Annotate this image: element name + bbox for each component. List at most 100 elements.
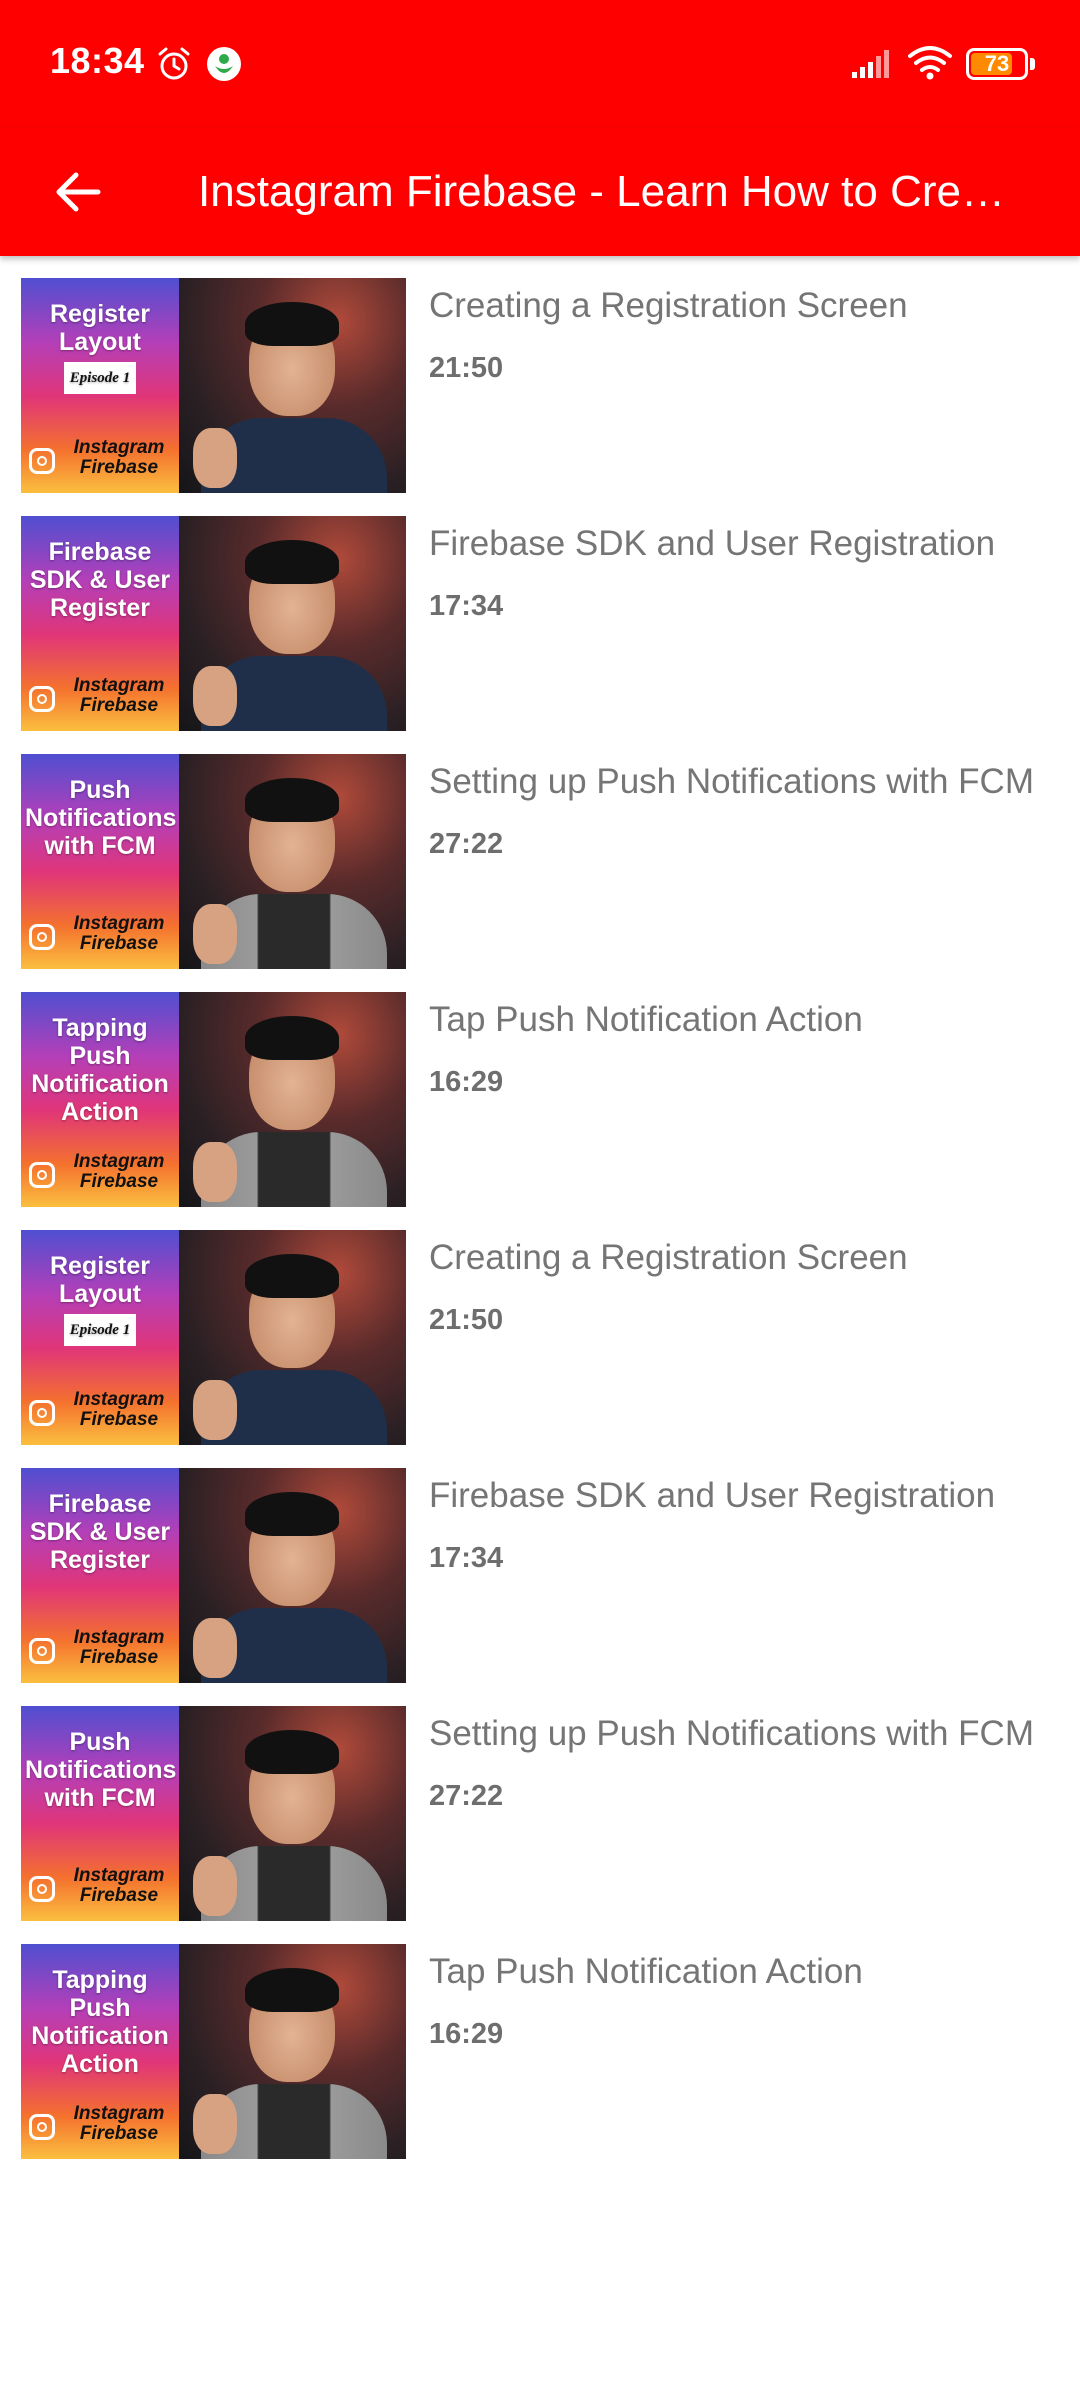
presenter-hair — [245, 540, 339, 584]
video-list-item[interactable]: Push Notifications with FCM Instagram Fir… — [0, 1684, 1080, 1922]
alarm-icon — [158, 47, 190, 80]
presenter-hair — [245, 1254, 339, 1298]
video-title: Creating a Registration Screen — [429, 1238, 908, 1277]
video-thumbnail[interactable]: Firebase SDK & User Register Instagram Fi… — [21, 516, 406, 731]
thumbnail-caption-panel: Firebase SDK & User Register Instagram Fi… — [21, 1468, 179, 1683]
video-thumbnail[interactable]: Register Layout Episode 1 Instagram Fireba… — [21, 1230, 406, 1445]
thumbnail-caption: Push Notifications with FCM — [25, 776, 177, 860]
video-duration: 21:50 — [429, 1304, 504, 1336]
presenter-hair — [245, 1730, 339, 1774]
thumbnail-caption: Tapping Push Notification Action — [31, 1014, 169, 1126]
instagram-logo-icon — [29, 924, 55, 950]
video-thumbnail[interactable]: Tapping Push Notification Action Instagra… — [21, 992, 406, 1207]
arrow-left-icon — [56, 172, 101, 212]
page-title: Instagram Firebase - Learn How to Create… — [198, 167, 1018, 216]
thumbnail-brand: Instagram Firebase — [73, 1627, 165, 1668]
video-list[interactable]: Register Layout Episode 1 Instagram Fireba… — [0, 256, 1080, 2160]
video-thumbnail[interactable]: Tapping Push Notification Action Instagra… — [21, 1944, 406, 2159]
app-badge-icon — [207, 47, 241, 81]
video-title: Tap Push Notification Action — [429, 1000, 863, 1039]
app-bar: Instagram Firebase - Learn How to Create… — [0, 128, 1080, 256]
presenter-hair — [245, 1968, 339, 2012]
video-duration: 16:29 — [429, 2018, 504, 2050]
status-bar: 18:34 73 — [0, 0, 1080, 128]
presenter-photo — [179, 992, 406, 1207]
thumbnail-caption: Firebase SDK & User Register — [29, 1490, 171, 1574]
instagram-logo-icon — [29, 1162, 55, 1188]
thumbnail-caption: Push Notifications with FCM — [25, 1728, 177, 1812]
status-time: 18:34 — [50, 40, 145, 81]
thumbnail-brand: Instagram Firebase — [73, 675, 165, 716]
video-list-item[interactable]: Push Notifications with FCM Instagram Fir… — [0, 732, 1080, 970]
video-thumbnail[interactable]: Push Notifications with FCM Instagram Fir… — [21, 1706, 406, 1921]
video-list-item[interactable]: Firebase SDK & User Register Instagram Fi… — [0, 494, 1080, 732]
instagram-logo-icon — [29, 1876, 55, 1902]
video-list-item[interactable]: Tapping Push Notification Action Instagra… — [0, 970, 1080, 1208]
video-title: Creating a Registration Screen — [429, 286, 908, 325]
instagram-logo-icon — [29, 686, 55, 712]
back-button[interactable] — [40, 154, 116, 230]
video-list-item[interactable]: Firebase SDK & User Register Instagram Fi… — [0, 1446, 1080, 1684]
video-list-item[interactable]: Tapping Push Notification Action Instagra… — [0, 1922, 1080, 2160]
presenter-hand — [193, 1380, 237, 1440]
thumbnail-brand: Instagram Firebase — [73, 1389, 165, 1430]
presenter-photo — [179, 1230, 406, 1445]
video-duration: 17:34 — [429, 1542, 504, 1574]
thumbnail-episode-tag: Episode 1 — [63, 362, 137, 394]
thumbnail-caption-panel: Register Layout Episode 1 Instagram Fireba… — [21, 1230, 179, 1445]
video-title: Firebase SDK and User Registration — [429, 524, 996, 563]
presenter-hand — [193, 428, 237, 488]
thumbnail-brand: Instagram Firebase — [73, 1151, 165, 1192]
video-duration: 16:29 — [429, 1066, 504, 1098]
presenter-hand — [193, 2094, 237, 2154]
instagram-logo-icon — [29, 1400, 55, 1426]
thumbnail-caption: Tapping Push Notification Action — [31, 1966, 169, 2078]
video-list-item[interactable]: Register Layout Episode 1 Instagram Fireba… — [0, 256, 1080, 494]
presenter-photo — [179, 1468, 406, 1683]
presenter-hand — [193, 1142, 237, 1202]
instagram-logo-icon — [29, 2114, 55, 2140]
video-thumbnail[interactable]: Register Layout Episode 1 Instagram Fireba… — [21, 278, 406, 493]
video-title: Setting up Push Notifications with FCM — [429, 1714, 1034, 1753]
video-title: Tap Push Notification Action — [429, 1952, 863, 1991]
battery-icon: 73 — [966, 48, 1028, 80]
thumbnail-caption-panel: Push Notifications with FCM Instagram Fir… — [21, 754, 179, 969]
presenter-hand — [193, 666, 237, 726]
video-title: Setting up Push Notifications with FCM — [429, 762, 1034, 801]
presenter-hair — [245, 1016, 339, 1060]
video-title: Firebase SDK and User Registration — [429, 1476, 996, 1515]
presenter-hair — [245, 302, 339, 346]
video-duration: 17:34 — [429, 590, 504, 622]
presenter-hand — [193, 904, 237, 964]
video-thumbnail[interactable]: Firebase SDK & User Register Instagram Fi… — [21, 1468, 406, 1683]
thumbnail-caption: Firebase SDK & User Register — [29, 538, 171, 622]
thumbnail-caption-panel: Push Notifications with FCM Instagram Fir… — [21, 1706, 179, 1921]
thumbnail-caption-panel: Tapping Push Notification Action Instagra… — [21, 1944, 179, 2159]
presenter-photo — [179, 1944, 406, 2159]
thumbnail-caption-panel: Register Layout Episode 1 Instagram Fireba… — [21, 278, 179, 493]
presenter-hand — [193, 1618, 237, 1678]
video-duration: 27:22 — [429, 1780, 504, 1812]
wifi-icon — [908, 46, 952, 80]
thumbnail-brand: Instagram Firebase — [73, 437, 165, 478]
presenter-photo — [179, 516, 406, 731]
thumbnail-caption-panel: Firebase SDK & User Register Instagram Fi… — [21, 516, 179, 731]
signal-icon — [852, 50, 889, 78]
thumbnail-caption-panel: Tapping Push Notification Action Instagra… — [21, 992, 179, 1207]
video-thumbnail[interactable]: Push Notifications with FCM Instagram Fir… — [21, 754, 406, 969]
instagram-logo-icon — [29, 1638, 55, 1664]
thumbnail-brand: Instagram Firebase — [73, 913, 165, 954]
presenter-hair — [245, 778, 339, 822]
presenter-photo — [179, 754, 406, 969]
thumbnail-brand: Instagram Firebase — [73, 1865, 165, 1906]
video-duration: 21:50 — [429, 352, 504, 384]
instagram-logo-icon — [29, 448, 55, 474]
presenter-hair — [245, 1492, 339, 1536]
thumbnail-episode-tag: Episode 1 — [63, 1314, 137, 1346]
presenter-photo — [179, 1706, 406, 1921]
battery-tip — [1030, 58, 1035, 70]
video-list-item[interactable]: Register Layout Episode 1 Instagram Fireba… — [0, 1208, 1080, 1446]
thumbnail-brand: Instagram Firebase — [73, 2103, 165, 2144]
presenter-photo — [179, 278, 406, 493]
thumbnail-caption: Register Layout — [49, 1252, 151, 1308]
